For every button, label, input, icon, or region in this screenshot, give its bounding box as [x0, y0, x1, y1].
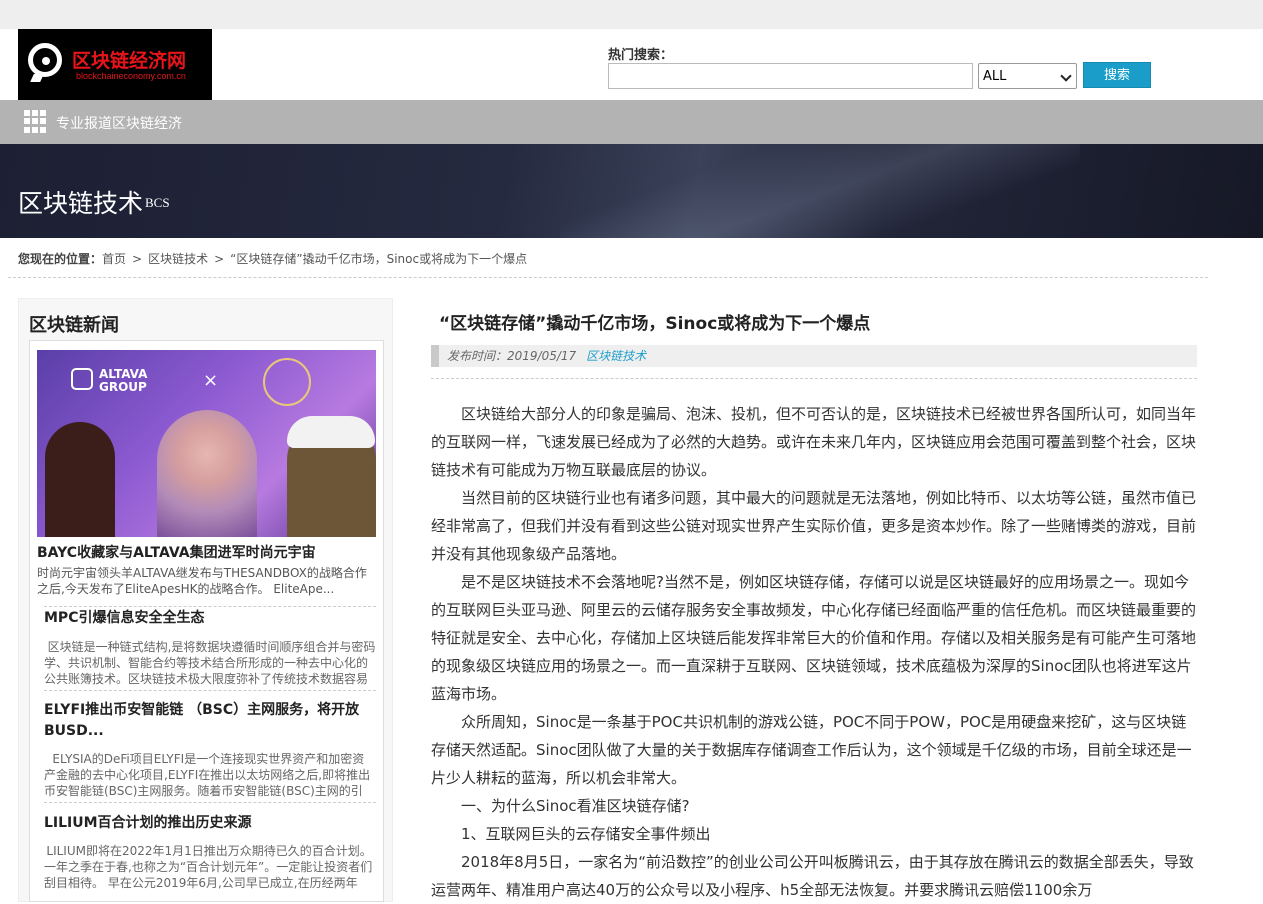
sidebar-title: 区块链新闻	[29, 315, 119, 336]
nav-bar: 专业报道区块链经济	[0, 100, 1263, 144]
chat-bubble-icon	[28, 43, 62, 77]
hot-search-label: 热门搜索：	[608, 48, 674, 63]
breadcrumb-divider	[8, 277, 1208, 278]
section-title: 区块链技术	[18, 189, 144, 218]
banner-light-streak	[560, 144, 1080, 238]
breadcrumb-separator: >	[214, 252, 225, 266]
news-divider	[44, 690, 376, 691]
breadcrumb-current: “区块链存储”撬动千亿市场，Sinoc或将成为下一个爆点	[230, 252, 528, 266]
altava-line1: ALTAVA	[99, 367, 148, 381]
news-title[interactable]: BAYC收藏家与ALTAVA集团进军时尚元宇宙	[37, 542, 316, 562]
category-select-value: ALL	[983, 69, 1007, 84]
meta-divider	[431, 378, 1197, 379]
publish-date: 发布时间：2019/05/17	[447, 349, 577, 363]
article-heading: 一、为什么Sinoc看准区块链存储?	[461, 797, 690, 815]
article-title: “区块链存储”撬动千亿市场，Sinoc或将成为下一个爆点	[439, 314, 871, 334]
section-subtitle: BCS	[145, 195, 170, 210]
news-thumbnail[interactable]: ALTAVA GROUP ×	[37, 350, 376, 537]
avatar-figure	[45, 422, 115, 537]
collab-x: ×	[203, 370, 219, 391]
news-summary: 区块链是一种链式结构,是将数据块遵循时间顺序组合并与密码学、共识机制、智能合约等…	[44, 640, 376, 686]
news-summary: ELYSIA的DeFi项目ELYFI是一个连接现实世界资产和加密资产金融的去中心…	[44, 752, 371, 798]
news-divider	[44, 606, 376, 607]
breadcrumb-separator: >	[132, 252, 143, 266]
site-logo[interactable]: 区块链经济网 blockchaineconomy.com.cn	[18, 29, 212, 100]
breadcrumb-home[interactable]: 首页	[102, 252, 126, 266]
logo-subtitle: blockchaineconomy.com.cn	[76, 71, 186, 81]
article-body: 区块链给大部分人的印象是骗局、泡沫、投机，但不可否认的是，区块链技术已经被世界各…	[431, 400, 1197, 904]
menu-grid-icon[interactable]	[24, 110, 47, 133]
news-summary: LILIUM即将在2022年1月1日推出万众期待已久的百合计划。一年之季在于春,…	[44, 844, 373, 890]
news-title[interactable]: LILIUM百合计划的推出历史来源	[44, 813, 376, 834]
altava-line2: GROUP	[99, 380, 147, 394]
article-meta: 发布时间：2019/05/17 区块链技术	[431, 345, 1197, 367]
top-strip	[0, 0, 1263, 29]
breadcrumb-category[interactable]: 区块链技术	[148, 252, 208, 266]
article-paragraph: 区块链给大部分人的印象是骗局、泡沫、投机，但不可否认的是，区块链技术已经被世界各…	[431, 405, 1197, 479]
altava-logo-icon	[71, 368, 93, 390]
article-paragraph: 当然目前的区块链行业也有诸多问题，其中最大的问题就是无法落地，例如比特币、以太坊…	[431, 489, 1197, 563]
search-input[interactable]	[608, 63, 973, 89]
elite-apes-crest-icon	[263, 358, 311, 406]
logo-mark-tail	[30, 74, 44, 82]
chevron-down-icon	[1060, 70, 1072, 82]
nav-tagline: 专业报道区块链经济	[56, 116, 182, 132]
news-title[interactable]: MPC引爆信息安全全生态	[44, 608, 376, 629]
article-paragraph: 众所周知，Sinoc是一条基于POC共识机制的游戏公链，POC不同于POW，PO…	[431, 713, 1192, 787]
captain-hat	[287, 416, 375, 448]
article-subheading: 1、互联网巨头的云存储安全事件频出	[461, 825, 711, 843]
section-banner: 区块链技术 BCS	[0, 144, 1263, 238]
breadcrumb: 您现在的位置：首页 > 区块链技术 > “区块链存储”撬动千亿市场，Sinoc或将成为下…	[18, 250, 527, 267]
news-summary: 时尚元宇宙领头羊ALTAVA继发布与THESANDBOX的战略合作之后,今天发布…	[37, 566, 367, 596]
article-paragraph: 2018年8月5日，一家名为“前沿数控”的创业公司公开叫板腾讯云，由于其存放在腾…	[431, 853, 1194, 899]
news-divider	[44, 802, 376, 803]
category-select[interactable]: ALL	[978, 63, 1077, 89]
logo-title: 区块链经济网	[72, 50, 187, 72]
article-paragraph: 是不是区块链技术不会落地呢?当然不是，例如区块链存储，存储可以说是区块链最好的应…	[431, 573, 1197, 703]
avatar-figure	[157, 410, 257, 537]
news-title[interactable]: ELYFI推出币安智能链 （BSC）主网服务，将开放BUSD...	[44, 700, 376, 742]
search-button[interactable]: 搜索	[1083, 62, 1151, 88]
altava-logo-text: ALTAVA GROUP	[99, 368, 147, 394]
breadcrumb-label: 您现在的位置：	[18, 252, 103, 266]
article-category-link[interactable]: 区块链技术	[586, 349, 646, 363]
